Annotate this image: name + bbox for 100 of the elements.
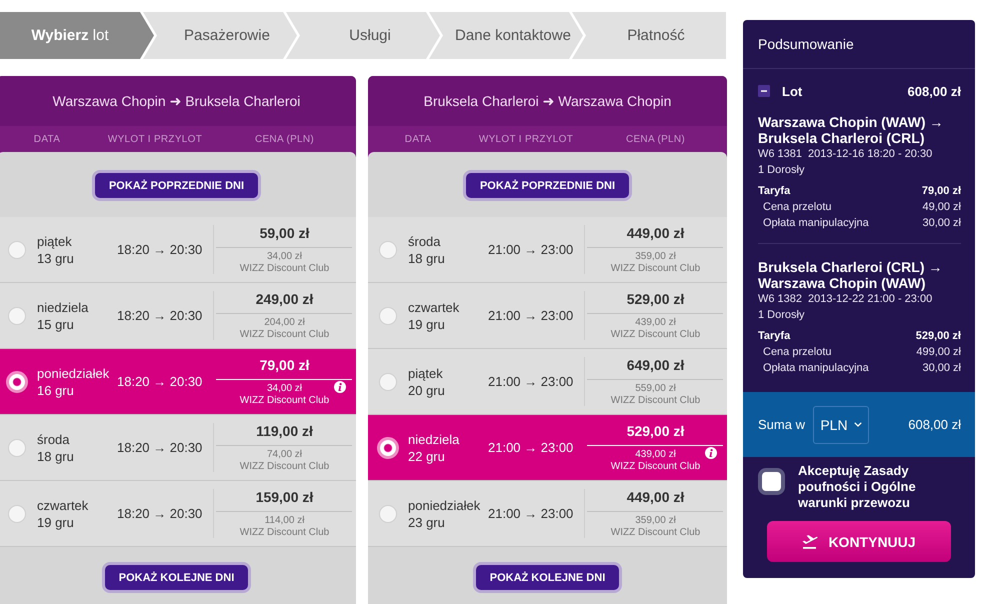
date-label: 13 gru — [37, 250, 75, 266]
time-range: 18:20 → 20:30 — [117, 440, 204, 455]
club-label: WIZZ Discount Club — [610, 329, 700, 341]
time-range: 21:00 → 23:00 — [488, 440, 574, 455]
column-header: DATA — [34, 134, 60, 144]
leg-route: Bruksela Charleroi (CRL) → Warszawa Chopin (WAW) — [758, 259, 944, 291]
column-header: CENA (PLN) — [254, 134, 314, 144]
checkbox[interactable] — [758, 468, 785, 495]
club-label: WIZZ Discount Club — [610, 395, 700, 407]
day-label: środa — [408, 232, 442, 250]
currency-select[interactable]: PLN — [812, 406, 869, 444]
radio-button[interactable] — [377, 436, 399, 458]
flight-row[interactable]: czwartek 19 gru 18:20 → 20:30 159,00 zł 114,00 zł WIZZ Discount Club — [0, 481, 356, 547]
airplane-icon — [802, 534, 818, 549]
time-range: 21:00 → 23:00 — [488, 374, 574, 389]
radio-button[interactable] — [8, 306, 26, 324]
fare-label: Taryfa — [758, 184, 790, 199]
date-label: 19 gru — [37, 514, 75, 530]
step-tab[interactable]: Usługi — [286, 12, 440, 59]
radio-button[interactable] — [8, 438, 26, 456]
fee-label: Cena przelotu — [763, 345, 832, 360]
club-label: WIZZ Discount Club — [610, 461, 700, 473]
club-price: 204,00 zł — [264, 317, 305, 329]
club-price: 34,00 zł — [266, 251, 302, 263]
club-price: 439,00 zł — [635, 449, 676, 461]
fee-label: Opłata manipulacyjna — [763, 361, 869, 376]
day-label: poniedziałek — [408, 496, 482, 514]
date-label: 19 gru — [408, 316, 446, 332]
route-title: Bruksela Charleroi ➜ Warszawa Chopin — [424, 92, 672, 110]
fee-label: Cena przelotu — [763, 200, 832, 215]
continue-button[interactable]: KONTYNUUJ — [767, 521, 951, 562]
radio-button[interactable] — [379, 306, 397, 324]
column-header: WYLOT I PRZYLOT — [478, 134, 574, 144]
price-label: 249,00 zł — [256, 290, 314, 309]
time-range: 21:00 → 23:00 — [488, 242, 574, 257]
info-icon[interactable] — [334, 381, 346, 393]
club-price: 74,00 zł — [266, 449, 302, 461]
total-label: Suma w — [758, 417, 805, 432]
flight-row[interactable]: czwartek 19 gru 21:00 → 23:00 529,00 zł 439,00 zł WIZZ Discount Club — [368, 283, 727, 349]
club-price: 114,00 zł — [264, 515, 304, 527]
summary-title: Podsumowanie — [758, 36, 854, 52]
day-label: niedziela — [37, 298, 90, 316]
price-label: 529,00 zł — [626, 422, 684, 441]
radio-button[interactable] — [8, 240, 26, 258]
club-label: WIZZ Discount Club — [240, 461, 330, 473]
radio-button[interactable] — [8, 504, 26, 522]
club-label: WIZZ Discount Club — [240, 329, 330, 341]
next-days-button[interactable]: POKAŻ KOLEJNE DNI — [472, 562, 622, 593]
info-icon[interactable] — [705, 447, 717, 459]
day-label: czwartek — [408, 298, 460, 316]
radio-button[interactable] — [379, 504, 397, 522]
flight-row[interactable]: środa 18 gru 18:20 → 20:30 119,00 zł 74,00 zł WIZZ Discount Club — [0, 415, 356, 481]
fare-amount: 529,00 zł — [916, 329, 961, 344]
step-tab[interactable]: Dane kontaktowe — [429, 12, 583, 59]
leg-route: Warszawa Chopin (WAW) → Bruksela Charleroi (CRL) — [758, 114, 944, 146]
fare-label: Taryfa — [758, 329, 790, 344]
next-days-button[interactable]: POKAŻ KOLEJNE DNI — [102, 562, 252, 593]
section-label: Lot — [782, 84, 802, 98]
route-title: Warszawa Chopin ➜ Bruksela Charleroi — [52, 92, 300, 110]
day-label: niedziela — [408, 430, 460, 448]
flight-row[interactable]: niedziela 22 gru 21:00 → 23:00 529,00 zł 439,00 zł WIZZ Discount Club — [368, 415, 727, 481]
step-tab[interactable]: Pasażerowie — [143, 12, 297, 59]
flight-number: W6 1382 — [758, 292, 802, 307]
flight-row[interactable]: piątek 20 gru 21:00 → 23:00 649,00 zł 559,00 zł WIZZ Discount Club — [368, 349, 727, 415]
price-label: 649,00 zł — [626, 356, 684, 375]
minus-icon[interactable] — [758, 85, 770, 97]
column-header: DATA — [404, 134, 432, 144]
club-price: 359,00 zł — [635, 251, 676, 263]
fee-amount: 30,00 zł — [922, 216, 961, 231]
club-label: WIZZ Discount Club — [240, 263, 330, 275]
radio-button[interactable] — [379, 372, 397, 390]
day-label: środa — [37, 430, 71, 448]
day-label: piątek — [408, 364, 444, 382]
date-label: 20 gru — [408, 382, 446, 398]
date-label: 16 gru — [37, 382, 75, 398]
price-label: 449,00 zł — [626, 224, 684, 243]
club-label: WIZZ Discount Club — [240, 395, 330, 407]
radio-button[interactable] — [379, 240, 397, 258]
club-price: 34,00 zł — [266, 383, 302, 395]
chevron-down-icon — [854, 422, 862, 427]
date-label: 18 gru — [408, 250, 446, 266]
time-range: 18:20 → 20:30 — [117, 242, 204, 257]
fee-amount: 49,00 zł — [922, 200, 961, 215]
flight-row[interactable]: piątek 13 gru 18:20 → 20:30 59,00 zł 34,00 zł WIZZ Discount Club — [0, 217, 356, 283]
radio-button[interactable] — [6, 370, 28, 392]
time-range: 18:20 → 20:30 — [117, 506, 204, 521]
price-label: 449,00 zł — [626, 488, 684, 507]
time-range: 21:00 → 23:00 — [488, 506, 574, 521]
flight-schedule: 2013-12-22 21:00 - 23:00 — [808, 292, 932, 307]
fee-amount: 30,00 zł — [922, 361, 961, 376]
previous-days-button[interactable]: POKAŻ POPRZEDNIE DNI — [462, 170, 632, 201]
step-tab[interactable]: Płatność — [572, 12, 726, 59]
club-price: 439,00 zł — [635, 317, 676, 329]
flight-row[interactable]: niedziela 15 gru 18:20 → 20:30 249,00 zł 204,00 zł WIZZ Discount Club — [0, 283, 356, 349]
flight-number: W6 1381 — [758, 147, 802, 162]
day-label: poniedziałek — [37, 364, 110, 382]
previous-days-button[interactable]: POKAŻ POPRZEDNIE DNI — [92, 170, 262, 201]
date-label: 22 gru — [408, 448, 446, 464]
flight-schedule: 2013-12-16 18:20 - 20:30 — [808, 147, 932, 162]
flight-row[interactable]: środa 18 gru 21:00 → 23:00 449,00 zł 359,00 zł WIZZ Discount Club — [368, 217, 727, 283]
